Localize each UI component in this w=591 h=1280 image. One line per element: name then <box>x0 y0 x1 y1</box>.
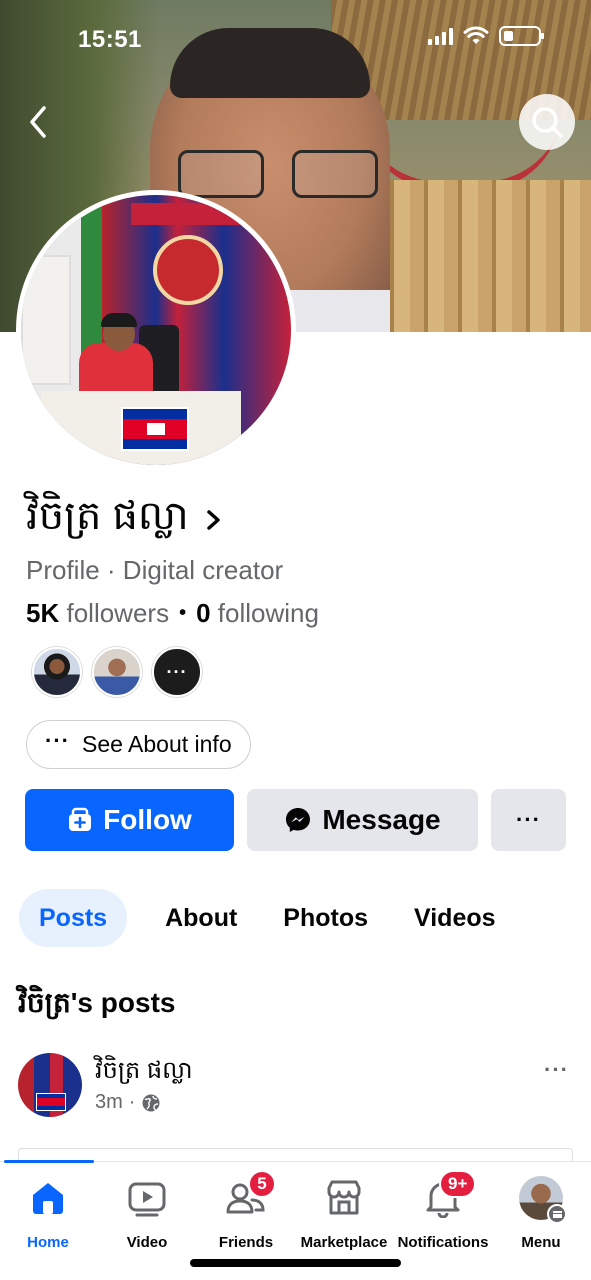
post-more-button[interactable]: ··· <box>544 1057 569 1083</box>
tab-about[interactable]: About <box>145 889 257 947</box>
following-stat[interactable]: 0 following <box>196 598 319 629</box>
tab-photos[interactable]: Photos <box>263 889 388 947</box>
nav-home-label: Home <box>27 1234 69 1251</box>
follow-stats[interactable]: 5K followers • 0 following <box>26 598 319 629</box>
follow-label: Follow <box>103 804 192 835</box>
post-meta-separator: · <box>128 1091 136 1113</box>
post-header: វិចិត្រ ផល្លា 3m · ··· <box>18 1053 573 1117</box>
cover-shirt <box>290 290 390 332</box>
video-icon <box>125 1176 169 1220</box>
post-meta: 3m · <box>95 1091 161 1114</box>
status-icons <box>428 26 544 46</box>
profile-picture[interactable] <box>16 190 296 470</box>
cover-bamboo-bench <box>376 180 591 332</box>
more-dots-icon: ··· <box>45 727 70 753</box>
nav-friends[interactable]: 5 Friends <box>196 1170 296 1251</box>
nav-menu-label: Menu <box>521 1234 561 1251</box>
wifi-icon <box>463 26 489 44</box>
mutual-friend-avatar[interactable] <box>92 647 142 697</box>
chevron-left-icon <box>30 106 46 138</box>
mutual-friends-more[interactable]: ··· <box>152 647 202 697</box>
menu-hamburger-icon <box>547 1204 567 1224</box>
see-about-info-button[interactable]: ··· See About info <box>26 720 251 769</box>
active-tab-indicator <box>4 1160 94 1163</box>
home-icon <box>26 1176 70 1220</box>
profile-tabs: Posts About Photos Videos <box>19 889 516 947</box>
cambodia-flag-icon <box>121 407 189 451</box>
party-emblem-icon <box>153 235 223 305</box>
profile-name: វិចិត្រ ផល្លា <box>26 494 189 538</box>
profile-picture-image <box>21 195 291 465</box>
search-button[interactable] <box>519 94 575 150</box>
cellular-signal-icon <box>428 27 453 45</box>
follow-button[interactable]: Follow <box>25 789 234 851</box>
friends-badge: 5 <box>248 1170 276 1198</box>
see-about-info-label: See About info <box>81 731 232 757</box>
more-dots-icon: ··· <box>516 807 541 832</box>
followers-stat[interactable]: 5K followers <box>26 598 169 629</box>
nav-notifications[interactable]: 9+ Notifications <box>393 1170 493 1251</box>
bell-icon: 9+ <box>421 1170 477 1220</box>
nav-marketplace-label: Marketplace <box>300 1234 388 1251</box>
status-time: 15:51 <box>78 26 142 53</box>
battery-icon <box>499 26 544 46</box>
post-author-name[interactable]: វិចិត្រ ផល្លា <box>95 1055 193 1090</box>
more-options-button[interactable]: ··· <box>491 789 566 851</box>
post-author-avatar[interactable] <box>18 1053 82 1117</box>
back-button[interactable] <box>20 100 60 144</box>
menu-avatar-icon <box>519 1176 567 1224</box>
message-button[interactable]: Message <box>247 789 478 851</box>
marketplace-icon <box>322 1176 366 1220</box>
post-time[interactable]: 3m <box>95 1091 123 1114</box>
home-indicator <box>190 1259 401 1267</box>
message-label: Message <box>322 804 441 835</box>
nav-video[interactable]: Video <box>97 1176 197 1251</box>
nav-marketplace[interactable]: Marketplace <box>294 1176 394 1251</box>
status-bar: 15:51 <box>0 0 591 80</box>
globe-icon <box>142 1094 160 1111</box>
cover-glasses <box>178 150 378 202</box>
tab-posts[interactable]: Posts <box>19 889 128 947</box>
profile-actions: Follow Message ··· <box>25 789 566 851</box>
nav-menu[interactable]: Menu <box>491 1176 591 1251</box>
chevron-right-icon <box>206 509 220 530</box>
messenger-icon <box>286 808 311 832</box>
notifications-badge: 9+ <box>439 1170 477 1198</box>
nav-notifications-label: Notifications <box>397 1234 489 1251</box>
follow-add-icon <box>69 807 92 831</box>
tab-videos[interactable]: Videos <box>394 889 516 947</box>
nav-video-label: Video <box>126 1234 168 1251</box>
nav-home[interactable]: Home <box>0 1176 98 1251</box>
search-icon <box>532 107 563 138</box>
mutual-friend-avatar[interactable] <box>32 647 82 697</box>
nav-friends-label: Friends <box>218 1234 274 1251</box>
posts-section-title: វិចិត្រ's posts <box>18 987 176 1018</box>
friends-icon: 5 <box>224 1170 276 1220</box>
mutual-friends[interactable]: ··· <box>32 647 202 697</box>
profile-name-row[interactable]: វិចិត្រ ផល្លា <box>26 490 225 549</box>
profile-subtitle: Profile · Digital creator <box>26 555 284 585</box>
stats-separator: • <box>179 602 187 624</box>
